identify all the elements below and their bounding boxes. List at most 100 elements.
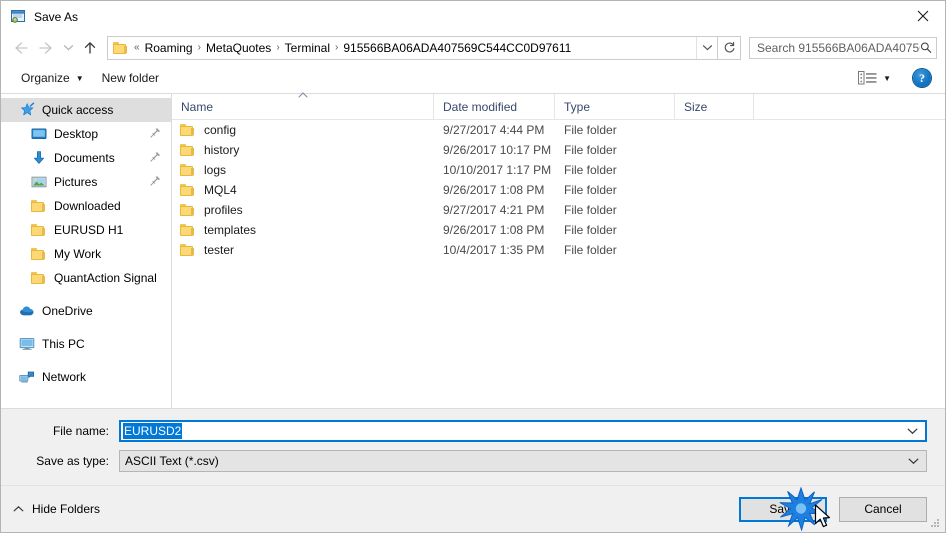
cell-type: File folder — [564, 143, 617, 157]
breadcrumb-item-terminal[interactable]: Terminal — [281, 40, 334, 56]
column-header-name[interactable]: Name — [172, 92, 434, 119]
folder-icon — [31, 222, 47, 238]
forward-button[interactable] — [33, 35, 59, 61]
cell-size — [675, 200, 754, 220]
refresh-button[interactable] — [718, 35, 741, 60]
table-row[interactable]: profiles 9/27/2017 4:21 PM File folder — [172, 200, 945, 220]
save-button-label: Save — [769, 502, 797, 516]
file-name: logs — [204, 163, 227, 177]
save-as-type-label: Save as type: — [36, 454, 109, 468]
cancel-button-label: Cancel — [864, 502, 902, 516]
save-button[interactable]: Save — [739, 496, 827, 522]
cell-name: tester — [172, 240, 434, 260]
resize-grip-icon[interactable] — [929, 517, 941, 529]
table-row[interactable]: tester 10/4/2017 1:35 PM File folder — [172, 240, 945, 260]
cell-name: config — [172, 120, 434, 140]
pictures-icon — [31, 174, 47, 190]
sidebar-item-pictures[interactable]: Pictures — [1, 170, 171, 194]
breadcrumb-item-guid[interactable]: 915566BA06ADA407569C544CC0D97611 — [339, 40, 575, 56]
onedrive-cloud-icon — [19, 303, 35, 319]
column-header-type[interactable]: Type — [555, 94, 675, 119]
search-box[interactable]: Search 915566BA06ADA40756... — [749, 36, 937, 59]
organize-button[interactable]: Organize ▼ — [15, 68, 90, 88]
column-headers: Name Date modified Type Size — [172, 92, 945, 120]
up-button[interactable] — [77, 35, 103, 61]
file-name: MQL4 — [204, 183, 237, 197]
cell-name: logs — [172, 160, 434, 180]
save-as-window-icon — [10, 9, 26, 25]
cell-size — [675, 120, 754, 140]
sidebar-item-label: Network — [42, 370, 87, 384]
new-folder-label: New folder — [101, 71, 159, 85]
cell-name: MQL4 — [172, 180, 434, 200]
view-mode-button[interactable]: ▼ — [854, 68, 895, 88]
address-dropdown-button[interactable] — [696, 36, 717, 59]
address-bar[interactable]: « Roaming › MetaQuotes › Terminal › 9155… — [107, 35, 718, 60]
breadcrumb-item-roaming[interactable]: Roaming — [141, 40, 197, 56]
column-header-size[interactable]: Size — [675, 94, 754, 119]
sidebar-item-downloaded[interactable]: Downloaded — [1, 194, 171, 218]
sidebar-item-desktop[interactable]: Desktop — [1, 122, 171, 146]
file-name-input[interactable]: EURUSD2 — [119, 420, 927, 442]
folder-icon — [31, 246, 47, 262]
sidebar-item-label: Desktop — [54, 127, 99, 141]
file-name-row: File name: EURUSD2 — [1, 419, 945, 443]
command-bar: Organize ▼ New folder ▼ ? — [1, 63, 945, 94]
file-name-value: EURUSD2 — [123, 423, 183, 439]
sidebar-item-onedrive[interactable]: OneDrive — [1, 299, 171, 323]
folder-icon — [31, 198, 47, 214]
table-row[interactable]: config 9/27/2017 4:44 PM File folder — [172, 120, 945, 140]
sidebar-item-this-pc[interactable]: This PC — [1, 332, 171, 356]
sidebar-item-quick-access[interactable]: Quick access — [1, 98, 171, 122]
save-as-type-select[interactable]: ASCII Text (*.csv) — [119, 450, 927, 472]
table-row[interactable]: MQL4 9/26/2017 1:08 PM File folder — [172, 180, 945, 200]
save-form: File name: EURUSD2 Save as type: ASCII T… — [1, 409, 945, 485]
cell-name: history — [172, 140, 434, 160]
cell-date-modified: 9/27/2017 4:44 PM — [443, 123, 545, 137]
dialog-footer: Hide Folders Save Cancel — [1, 485, 945, 532]
back-button[interactable] — [7, 35, 33, 61]
cancel-button[interactable]: Cancel — [839, 496, 927, 522]
pin-icon — [150, 127, 161, 141]
breadcrumb: « Roaming › MetaQuotes › Terminal › 9155… — [133, 40, 696, 56]
table-row[interactable]: logs 10/10/2017 1:17 PM File folder — [172, 160, 945, 180]
cell-date-modified: 9/26/2017 1:08 PM — [443, 183, 545, 197]
sidebar-item-label: This PC — [42, 337, 85, 351]
chevron-down-icon[interactable] — [908, 454, 919, 468]
hide-folders-button[interactable]: Hide Folders — [13, 502, 100, 516]
dialog-body: Quick access Desktop Documents Pictures … — [1, 92, 945, 409]
column-header-date-modified[interactable]: Date modified — [434, 94, 555, 119]
breadcrumb-item-metaquotes[interactable]: MetaQuotes — [202, 40, 275, 56]
close-button[interactable] — [900, 1, 945, 31]
new-folder-button[interactable]: New folder — [96, 68, 165, 88]
save-as-type-value: ASCII Text (*.csv) — [125, 454, 219, 468]
table-row[interactable]: templates 9/26/2017 1:08 PM File folder — [172, 220, 945, 240]
folder-icon — [180, 223, 196, 237]
help-button[interactable]: ? — [913, 69, 931, 87]
sidebar-item-label: Pictures — [54, 175, 98, 189]
breadcrumb-overflow[interactable]: « — [133, 42, 141, 53]
chevron-down-icon[interactable] — [907, 424, 918, 438]
recent-locations-button[interactable] — [59, 35, 77, 61]
navigation-pane: Quick access Desktop Documents Pictures … — [1, 94, 172, 408]
sidebar-item-documents[interactable]: Documents — [1, 146, 171, 170]
sidebar-item-my-work[interactable]: My Work — [1, 242, 171, 266]
cell-size — [675, 140, 754, 160]
sidebar-item-network[interactable]: Network — [1, 365, 171, 389]
pin-icon — [150, 175, 161, 189]
window-title: Save As — [34, 9, 79, 24]
sidebar-item-eurusd-h1[interactable]: EURUSD H1 — [1, 218, 171, 242]
refresh-icon — [724, 41, 734, 53]
this-pc-icon — [19, 336, 35, 352]
search-input[interactable]: Search 915566BA06ADA40756... — [757, 41, 920, 55]
sidebar-item-quantaction-signal[interactable]: QuantAction Signal — [1, 266, 171, 290]
cell-name: profiles — [172, 200, 434, 220]
chevron-down-icon: ▼ — [883, 73, 891, 83]
arrow-left-icon — [14, 41, 28, 54]
cell-type: File folder — [564, 223, 617, 237]
table-row[interactable]: history 9/26/2017 10:17 PM File folder — [172, 140, 945, 160]
file-name: profiles — [204, 203, 243, 217]
